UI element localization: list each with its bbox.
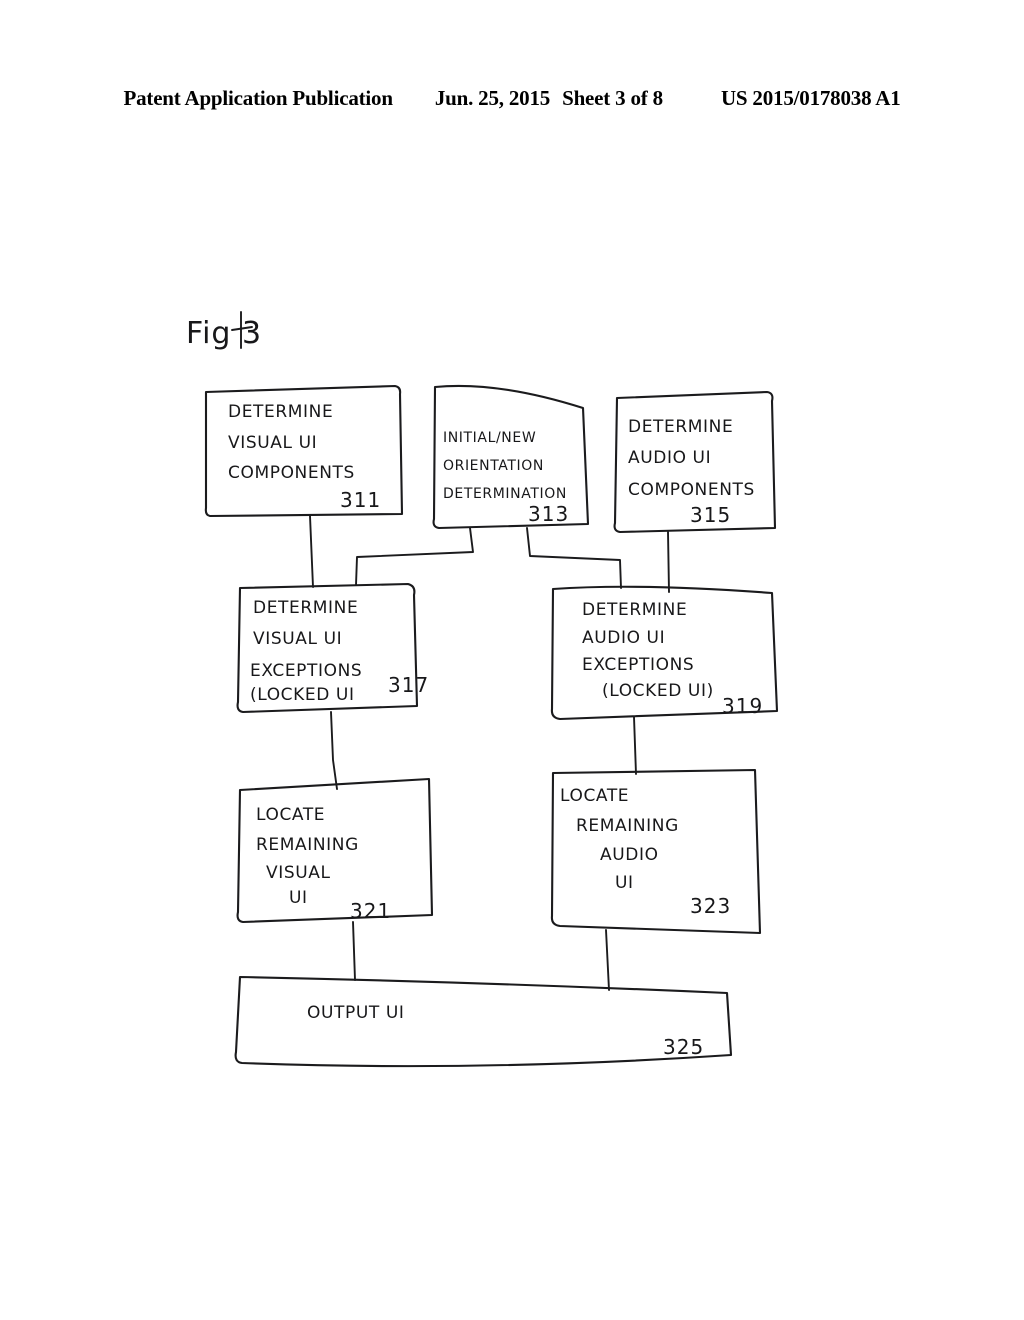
node-311-line-1: DETERMINE <box>228 402 333 422</box>
node-317-line-2: VISUAL UI <box>253 629 342 649</box>
node-317: DETERMINE VISUAL UI EXCEPTIONS (LOCKED U… <box>236 582 429 714</box>
connector-313-to-319 <box>526 527 622 589</box>
node-311-line-3: COMPONENTS <box>228 463 355 483</box>
connector-line <box>667 531 670 593</box>
node-313-line-1: INITIAL/NEW <box>443 430 536 446</box>
node-323-line-2: REMAINING <box>576 816 679 836</box>
figure-label: Fig 3 <box>186 311 262 351</box>
node-315: DETERMINE AUDIO UI COMPONENTS 315 <box>613 390 777 534</box>
connector-313-to-317 <box>355 527 474 586</box>
figure-flowchart: Fig 3 DETERMINE VISUAL UI COMPONENTS 311… <box>186 311 779 1068</box>
node-317-ref: 317 <box>388 673 429 697</box>
node-325: OUTPUT UI 325 <box>234 975 733 1068</box>
node-311-ref: 311 <box>340 488 381 512</box>
node-317-line-3: EXCEPTIONS <box>250 661 362 681</box>
connector-line <box>633 716 637 775</box>
node-317-line-4: (LOCKED UI <box>250 685 355 705</box>
node-313-line-2: ORIENTATION <box>443 458 544 474</box>
node-319-line-1: DETERMINE <box>582 600 687 620</box>
node-315-line-2: AUDIO UI <box>628 448 711 468</box>
node-323-line-3: AUDIO <box>600 845 659 865</box>
connector-315-to-319 <box>667 531 670 593</box>
node-321: LOCATE REMAINING VISUAL UI 321 <box>236 777 434 924</box>
node-323-line-1: LOCATE <box>560 786 629 806</box>
connector-line <box>355 527 474 586</box>
node-325-ref: 325 <box>663 1035 704 1059</box>
node-319-ref: 319 <box>722 694 763 718</box>
connector-line <box>309 515 314 588</box>
figure-label-text: Fig 3 <box>186 316 262 351</box>
node-321-line-4: UI <box>289 888 308 908</box>
connector-line <box>330 711 338 790</box>
node-319-line-3: EXCEPTIONS <box>582 655 694 675</box>
node-311-line-2: VISUAL UI <box>228 433 317 453</box>
connector-line <box>352 921 356 981</box>
node-315-ref: 315 <box>690 503 731 527</box>
node-315-line-1: DETERMINE <box>628 417 733 437</box>
node-313: INITIAL/NEW ORIENTATION DETERMINATION 31… <box>432 384 590 530</box>
patent-drawing-sheet: Patent Application Publication Jun. 25, … <box>0 0 1024 1320</box>
connector-319-to-323 <box>633 716 637 775</box>
connector-311-to-317 <box>309 515 314 588</box>
node-311: DETERMINE VISUAL UI COMPONENTS 311 <box>204 384 404 518</box>
node-323-ref: 323 <box>690 894 731 918</box>
connector-line <box>605 929 610 991</box>
connector-line <box>526 527 622 589</box>
node-323-line-4: UI <box>615 873 634 893</box>
node-313-ref: 313 <box>528 502 569 526</box>
node-321-line-1: LOCATE <box>256 805 325 825</box>
node-317-line-1: DETERMINE <box>253 598 358 618</box>
node-321-ref: 321 <box>350 899 391 923</box>
connector-323-to-325 <box>605 929 610 991</box>
node-319: DETERMINE AUDIO UI EXCEPTIONS (LOCKED UI… <box>550 585 779 721</box>
node-323: LOCATE REMAINING AUDIO UI 323 <box>550 768 762 935</box>
node-321-line-3: VISUAL <box>266 863 331 883</box>
node-315-line-3: COMPONENTS <box>628 480 755 500</box>
node-319-line-2: AUDIO UI <box>582 628 665 648</box>
connector-321-to-325 <box>352 921 356 981</box>
connector-317-to-321 <box>330 711 338 790</box>
node-325-line-1: OUTPUT UI <box>307 1003 405 1023</box>
node-321-line-2: REMAINING <box>256 835 359 855</box>
node-313-line-3: DETERMINATION <box>443 486 567 502</box>
node-319-line-4: (LOCKED UI) <box>602 681 714 701</box>
